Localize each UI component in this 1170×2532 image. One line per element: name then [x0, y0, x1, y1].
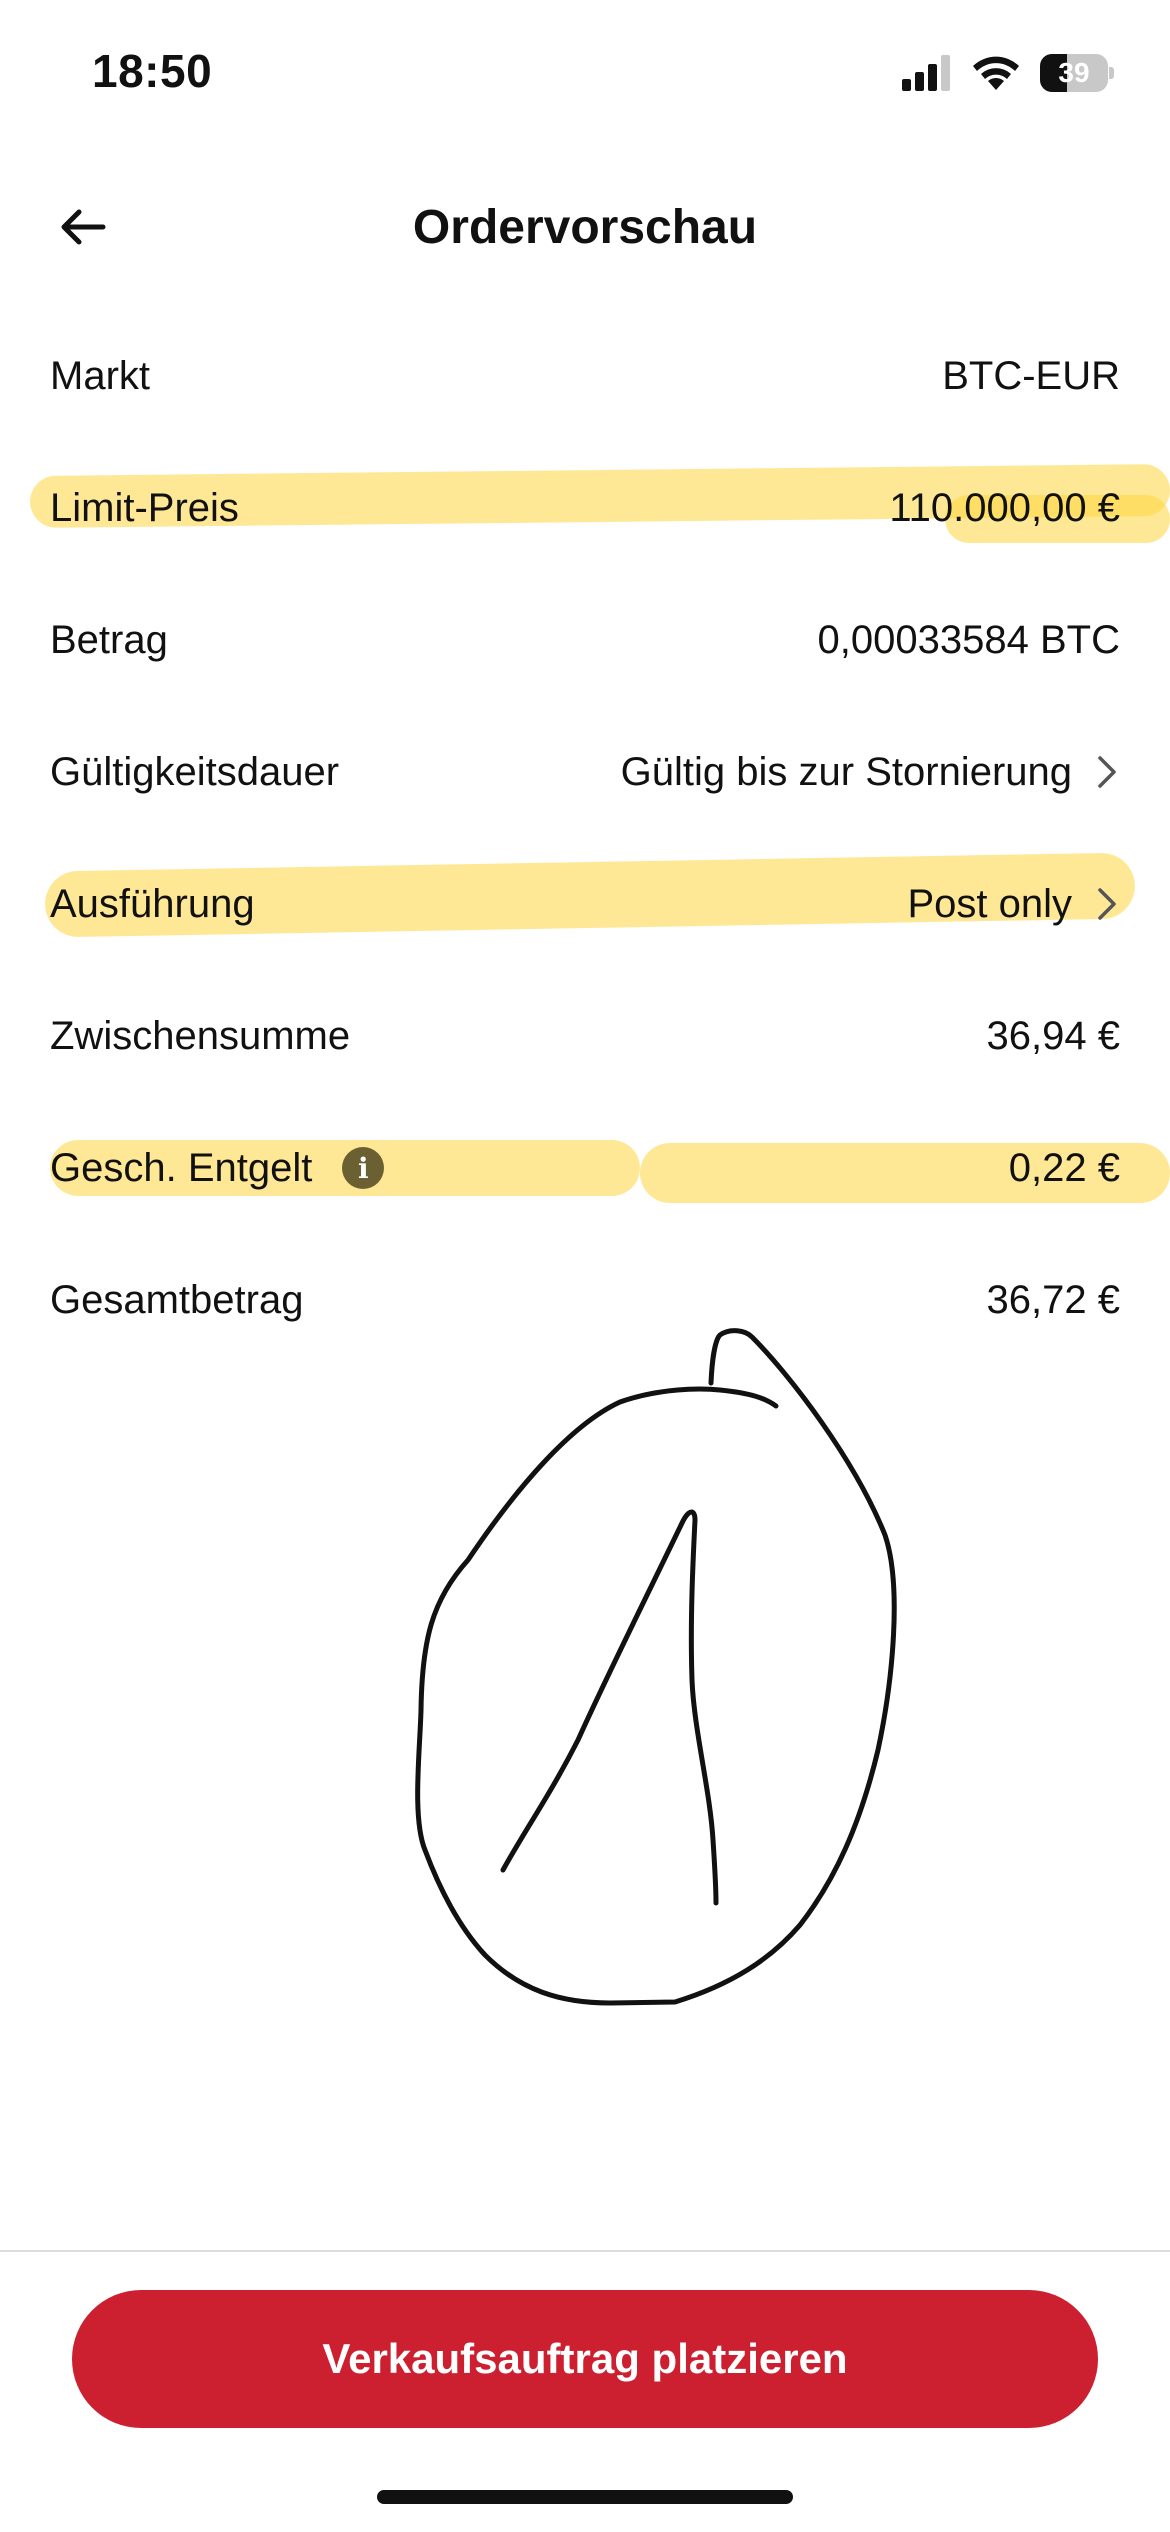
- row-label: Betrag: [50, 617, 168, 662]
- battery-icon: 39: [1040, 54, 1114, 92]
- row-label: Zwischensumme: [50, 1013, 351, 1058]
- row-label: Gesamtbetrag: [50, 1277, 304, 1322]
- row-validity[interactable]: Gültigkeitsdauer Gültig bis zur Stornier…: [0, 706, 1170, 838]
- wifi-icon: [973, 56, 1019, 90]
- status-bar: 18:50 39: [0, 0, 1170, 150]
- row-label: Gesch. Entgelt: [50, 1145, 313, 1190]
- row-label: Ausführung: [50, 881, 255, 926]
- row-label: Limit-Preis: [50, 485, 239, 530]
- navigation-header: Ordervorschau: [0, 170, 1170, 280]
- row-value: BTC-EUR: [942, 353, 1120, 398]
- row-value: Gültig bis zur Stornierung: [620, 749, 1072, 794]
- battery-level: 39: [1058, 57, 1090, 88]
- status-time: 18:50: [92, 45, 213, 97]
- row-value: 36,94 €: [986, 1013, 1120, 1058]
- info-icon[interactable]: i: [342, 1147, 385, 1189]
- page-title: Ordervorschau: [412, 201, 758, 254]
- row-label-group: Gesch. Entgelt i: [50, 1145, 385, 1191]
- home-indicator[interactable]: [377, 2490, 793, 2504]
- row-value-group: Post only: [907, 882, 1120, 927]
- status-icons: 39: [902, 48, 1114, 98]
- row-label: Markt: [50, 353, 150, 398]
- place-sell-order-button[interactable]: Verkaufsauftrag platzieren: [72, 2290, 1098, 2428]
- chevron-right-icon: [1098, 888, 1116, 920]
- row-market: Markt BTC-EUR: [0, 310, 1170, 442]
- row-value: 0,22 €: [1008, 1145, 1120, 1190]
- row-label: Gültigkeitsdauer: [50, 749, 340, 794]
- row-value: 0,00033584 BTC: [817, 617, 1120, 662]
- row-value-group: Gültig bis zur Stornierung: [621, 750, 1120, 795]
- row-value: 36,72 €: [986, 1277, 1120, 1322]
- row-amount: Betrag 0,00033584 BTC: [0, 574, 1170, 706]
- row-total: Gesamtbetrag 36,72 €: [0, 1234, 1170, 1366]
- chevron-right-icon: [1098, 756, 1116, 788]
- signal-icon: [902, 55, 950, 91]
- row-value: 110.000,00 €: [889, 485, 1120, 530]
- row-value: Post only: [907, 881, 1072, 926]
- bottom-divider: [0, 2250, 1170, 2252]
- row-subtotal: Zwischensumme 36,94 €: [0, 970, 1170, 1102]
